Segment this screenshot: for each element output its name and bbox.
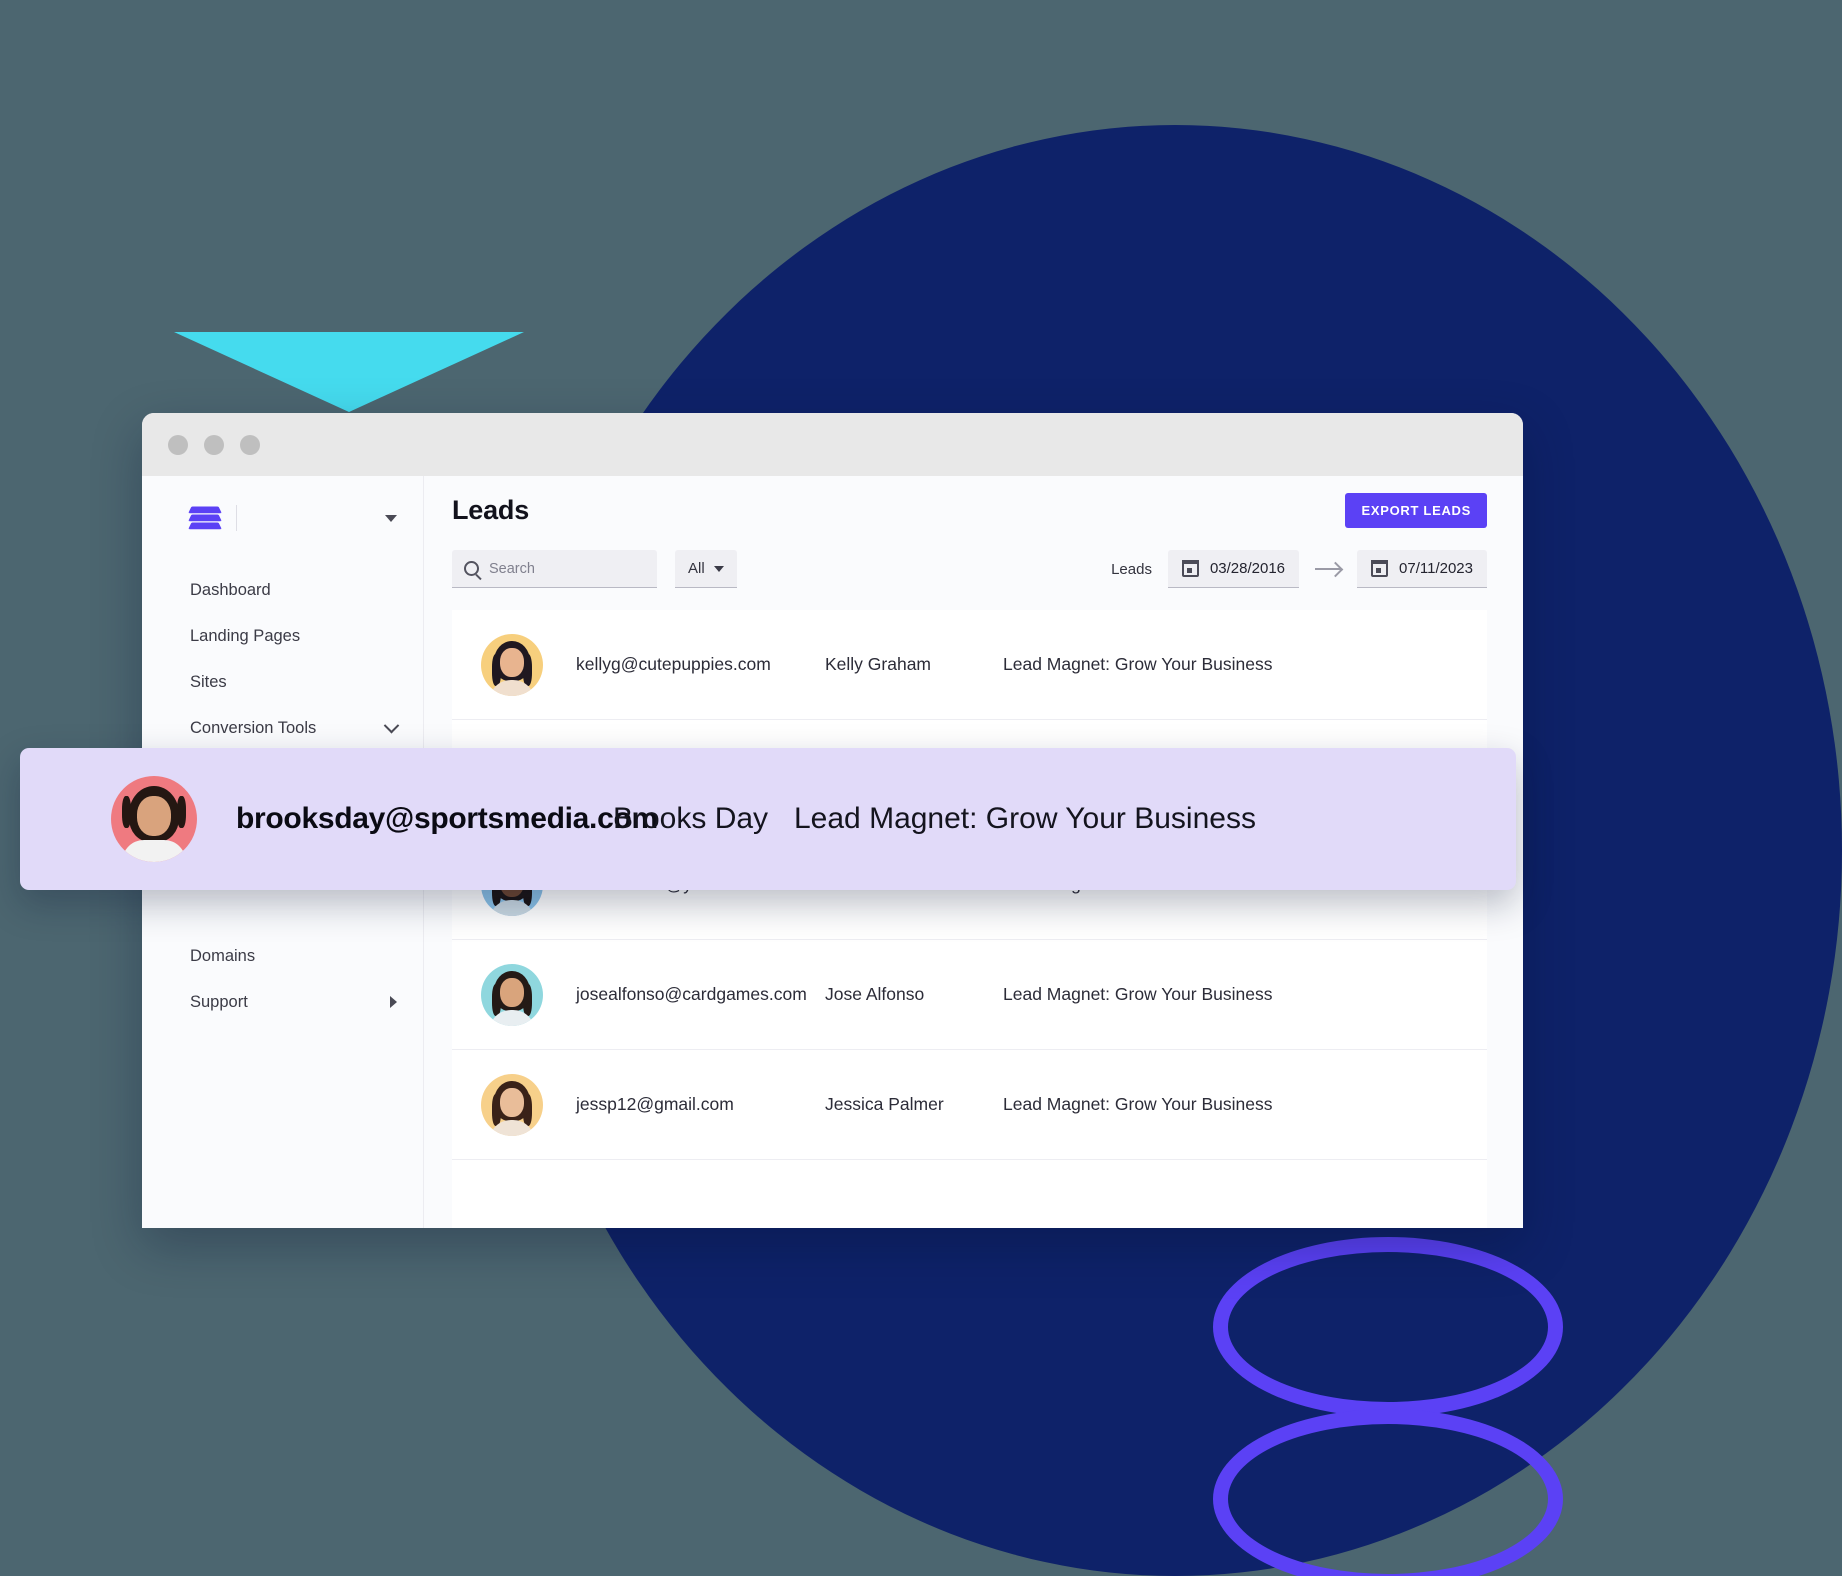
lead-email: josealfonso@cardgames.com (576, 984, 807, 1005)
lead-name: Kelly Graham (825, 654, 932, 674)
main-header: Leads EXPORT LEADS (424, 476, 1523, 544)
lead-name: Jose Alfonso (825, 984, 925, 1004)
calendar-icon (1371, 560, 1389, 577)
export-leads-button[interactable]: EXPORT LEADS (1345, 492, 1487, 528)
sidebar-item-label: Conversion Tools (190, 718, 317, 737)
avatar (481, 633, 543, 696)
leads-table: kellyg@cutepuppies.com Kelly Graham Lead… (452, 610, 1487, 1228)
infinity-bottom-lobe (1213, 1409, 1563, 1576)
lead-magnet: Lead Magnet: Grow Your Business (1003, 654, 1273, 674)
close-dot-icon[interactable] (168, 434, 188, 455)
page-title: Leads (452, 494, 530, 525)
caret-down-icon[interactable] (385, 514, 397, 522)
lead-magnet: Lead Magnet: Grow Your Business (1003, 1094, 1273, 1114)
sidebar-item-label: Domains (190, 946, 256, 965)
sidebar-item-label: Sites (190, 672, 227, 691)
lead-email: jessp12@gmail.com (576, 1094, 734, 1115)
brand-divider (236, 505, 237, 531)
sidebar-item-support[interactable]: Support (142, 986, 423, 1018)
window-titlebar (142, 413, 1523, 476)
highlighted-lead-magnet: Lead Magnet: Grow Your Business (794, 802, 1256, 835)
lead-email: kellyg@cutepuppies.com (576, 654, 771, 675)
chevron-down-icon[interactable] (383, 717, 400, 733)
sidebar-item-conversion-tools[interactable]: Conversion Tools (142, 712, 423, 744)
chevron-right-icon[interactable] (390, 996, 397, 1008)
highlighted-lead-email: brooksday@sportsmedia.com (236, 802, 658, 835)
sidebar-item-domains[interactable]: Domains (142, 940, 423, 972)
infinity-top-lobe (1213, 1237, 1563, 1417)
table-row[interactable]: kellyg@cutepuppies.com Kelly Graham Lead… (452, 610, 1487, 720)
avatar (481, 963, 543, 1026)
sidebar-item-label: Support (190, 992, 248, 1011)
calendar-icon (1181, 560, 1199, 577)
sidebar-item-dashboard[interactable]: Dashboard (142, 574, 423, 606)
minimize-dot-icon[interactable] (204, 434, 224, 455)
brand-row[interactable] (142, 492, 423, 544)
avatar (111, 776, 197, 862)
layers-stack-icon (188, 505, 222, 531)
cyan-triangle-shape (174, 332, 524, 412)
sidebar-item-label: Dashboard (190, 580, 271, 599)
lead-name: Jessica Palmer (825, 1094, 944, 1114)
start-date-picker[interactable]: 03/28/2016 (1167, 550, 1300, 588)
maximize-dot-icon[interactable] (240, 434, 260, 455)
date-range-label: Leads (1111, 560, 1152, 578)
sidebar-item-label: Landing Pages (190, 626, 301, 645)
start-date-value: 03/28/2016 (1209, 560, 1286, 577)
highlighted-lead-name: Brooks Day (613, 802, 769, 835)
arrow-right-icon (1315, 568, 1342, 570)
date-range-group: Leads 03/28/2016 07/11/2023 (1111, 550, 1487, 588)
lead-magnet: Lead Magnet: Grow Your Business (1003, 984, 1273, 1004)
filter-dropdown[interactable]: All (675, 550, 737, 588)
end-date-value: 07/11/2023 (1399, 560, 1473, 577)
end-date-picker[interactable]: 07/11/2023 (1357, 550, 1487, 588)
filter-dropdown-value: All (688, 560, 705, 577)
highlighted-lead-row[interactable]: brooksday@sportsmedia.com Brooks Day Lea… (20, 748, 1516, 890)
search-field[interactable] (452, 550, 657, 588)
search-input[interactable] (489, 560, 645, 577)
table-row[interactable]: jessp12@gmail.com Jessica Palmer Lead Ma… (452, 1050, 1487, 1160)
table-row[interactable]: josealfonso@cardgames.com Jose Alfonso L… (452, 940, 1487, 1050)
caret-down-icon (713, 565, 724, 572)
toolbar: All Leads 03/28/2016 07/11/2023 (424, 544, 1523, 610)
infinity-outline-shape (1213, 1237, 1563, 1576)
sidebar-item-sites[interactable]: Sites (142, 666, 423, 698)
sidebar-item-landing-pages[interactable]: Landing Pages (142, 620, 423, 652)
search-icon (464, 561, 479, 576)
avatar (481, 1073, 543, 1136)
